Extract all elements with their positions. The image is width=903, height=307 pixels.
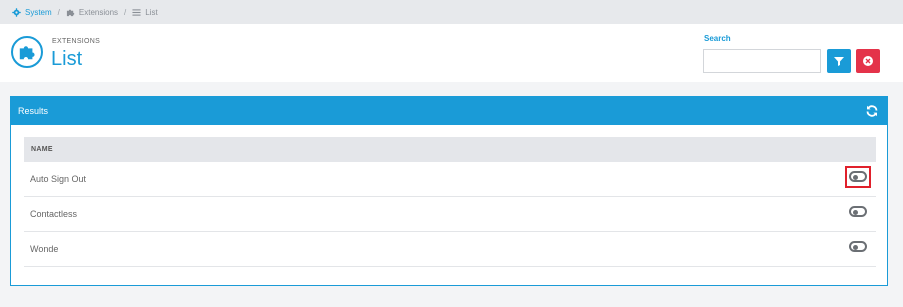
page-header: EXTENSIONS List Search <box>0 24 903 82</box>
filter-button[interactable] <box>827 49 851 73</box>
filter-icon <box>834 57 844 66</box>
table-row: Auto Sign Out <box>24 162 876 197</box>
breadcrumb-item-list: List <box>132 7 158 17</box>
extension-name: Auto Sign Out <box>30 174 87 184</box>
list-icon <box>132 8 141 16</box>
toggle-knob <box>853 209 858 215</box>
page-title: List <box>51 48 83 70</box>
puzzle-icon <box>66 9 75 16</box>
refresh-icon[interactable] <box>865 104 879 118</box>
table-row: Wonde <box>24 232 876 267</box>
breadcrumb-separator: / <box>57 7 60 17</box>
close-icon <box>863 56 873 66</box>
puzzle-icon <box>11 36 43 68</box>
extension-name: Contactless <box>30 209 78 219</box>
breadcrumb-label: Extensions <box>78 7 119 17</box>
page-subtitle: EXTENSIONS <box>52 38 101 45</box>
extension-name: Wonde <box>30 244 59 254</box>
toggle-knob <box>853 244 858 250</box>
enable-toggle[interactable] <box>849 206 867 217</box>
breadcrumb-label: List <box>145 7 158 17</box>
breadcrumb-separator: / <box>124 7 127 17</box>
clear-search-button[interactable] <box>856 49 880 73</box>
enable-toggle[interactable] <box>849 241 867 252</box>
results-title: Results <box>18 106 49 116</box>
column-header-name[interactable]: NAME <box>24 137 876 162</box>
breadcrumb-item-extensions[interactable]: Extensions <box>66 8 118 17</box>
gear-icon <box>12 7 21 17</box>
results-panel-header: Results <box>11 97 887 125</box>
breadcrumb: System / Extensions / List <box>0 0 903 24</box>
search-input[interactable] <box>703 49 821 73</box>
breadcrumb-item-system[interactable]: System <box>12 8 52 17</box>
breadcrumb-label: System <box>25 7 52 17</box>
search-label: Search <box>704 34 731 43</box>
table-row: Contactless <box>24 197 876 232</box>
results-panel: Results NAME Auto Sign Out Contactless W… <box>10 96 888 286</box>
highlight-box <box>845 166 871 188</box>
results-table: NAME Auto Sign Out Contactless Wonde <box>24 137 876 267</box>
